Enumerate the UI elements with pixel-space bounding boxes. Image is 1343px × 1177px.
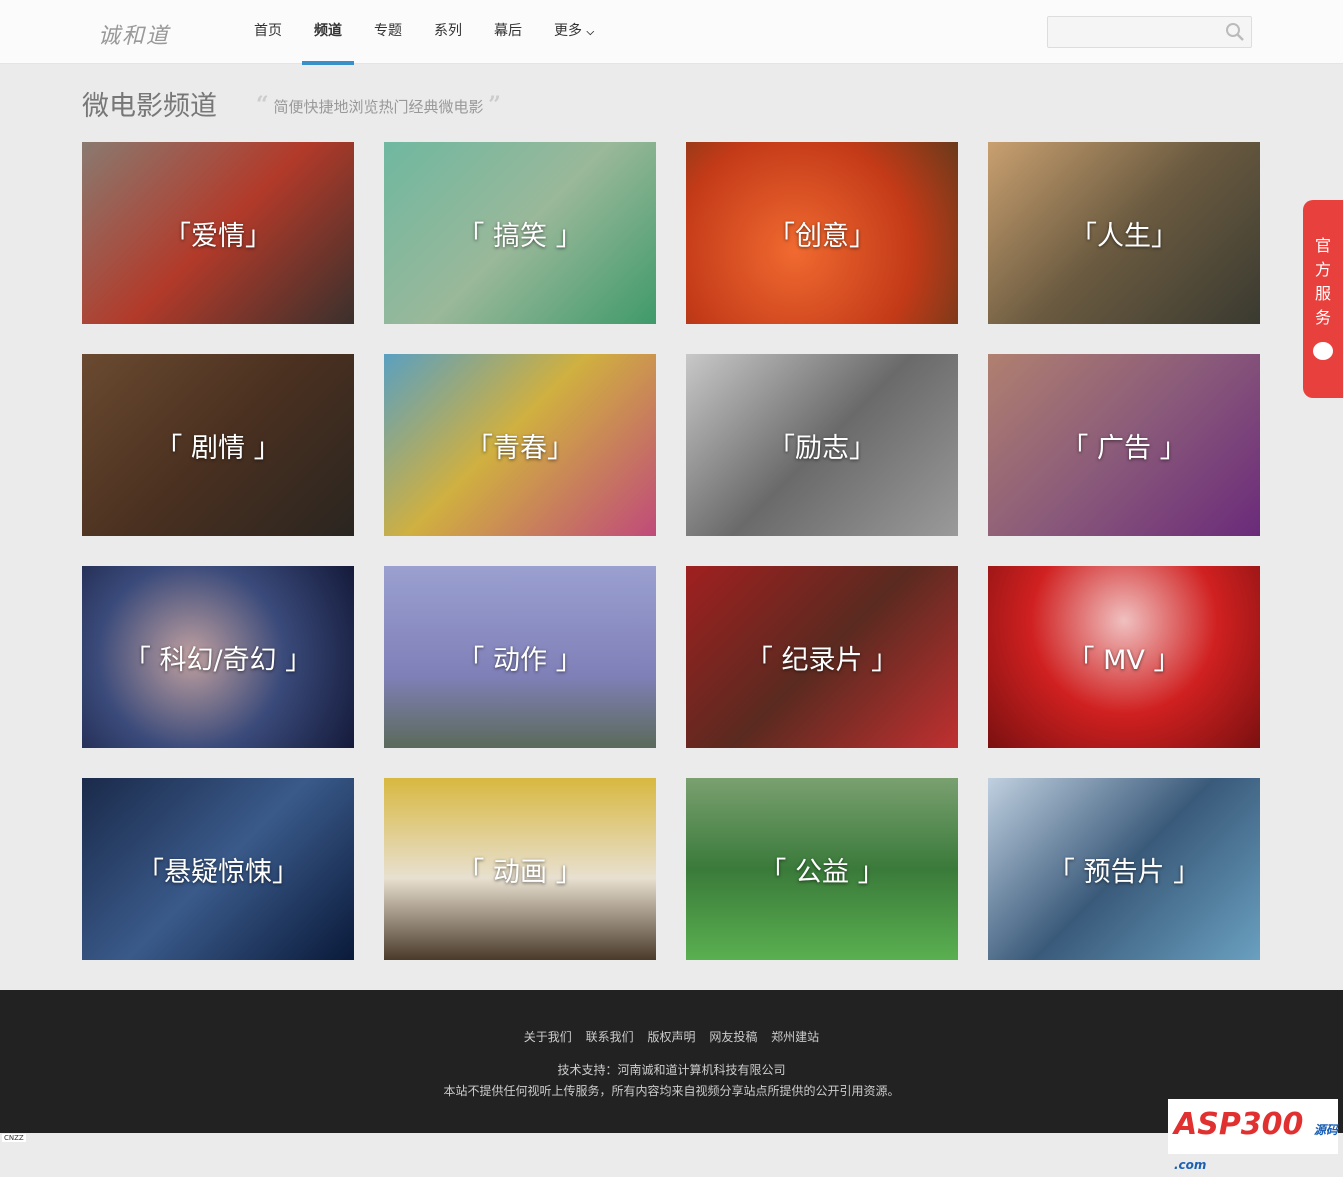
channel-tile[interactable]: 「 广告 」 [988,354,1260,536]
channel-tile-label: 「 MV 」 [1067,644,1181,676]
nav-topics[interactable]: 专题 [360,0,416,64]
search-box [1047,16,1252,48]
chevron-down-icon: ⌵ [586,27,595,38]
tech-support: 技术支持：河南诚和道计算机科技有限公司 [557,1063,786,1077]
side-char: 服 [1314,284,1331,303]
channel-tile[interactable]: 「励志」 [686,354,958,536]
channel-tile[interactable]: 「青春」 [384,354,656,536]
channel-tile[interactable]: 「创意」 [686,142,958,324]
channel-tile-label: 「 纪录片 」 [745,644,899,676]
footer-link-copyright[interactable]: 版权声明 [647,1030,695,1044]
cnzz-stat-icon[interactable]: CNZZ [2,1134,26,1142]
disclaimer: 本站不提供任何视听上传服务，所有内容均来自视频分享站点所提供的公开引用资源。 [443,1084,900,1098]
channel-tile-label: 「青春」 [466,432,574,464]
channel-tile-label: 「人生」 [1070,220,1178,252]
channel-tile[interactable]: 「 预告片 」 [988,778,1260,960]
side-char: 方 [1314,260,1331,279]
page-title: 微电影频道 [82,91,217,122]
nav-behind[interactable]: 幕后 [480,0,536,64]
nav-more[interactable]: 更多 ⌵ [540,0,608,64]
site-logo[interactable]: 诚和道 [98,18,170,50]
footer-link-contact[interactable]: 联系我们 [586,1030,634,1044]
main-nav: 首页 频道 专题 系列 幕后 更多 ⌵ [240,0,612,65]
channel-tile-label: 「 预告片 」 [1047,856,1201,888]
channel-tile[interactable]: 「 动作 」 [384,566,656,748]
footer-link-about[interactable]: 关于我们 [524,1030,572,1044]
nav-channel[interactable]: 频道 [300,0,356,65]
channel-tile-label: 「创意」 [768,220,876,252]
nav-home[interactable]: 首页 [240,0,296,64]
channel-tile-label: 「励志」 [768,432,876,464]
channel-tile[interactable]: 「爱情」 [82,142,354,324]
channel-tile[interactable]: 「 动画 」 [384,778,656,960]
search-icon[interactable] [1225,22,1245,42]
official-service-tab[interactable]: 官 方 服 务 [1303,200,1343,398]
channel-tile[interactable]: 「 纪录片 」 [686,566,958,748]
channel-tile[interactable]: 「 MV 」 [988,566,1260,748]
side-char: 务 [1314,308,1331,327]
channel-tile-label: 「 公益 」 [759,856,885,888]
channel-tile-label: 「 动作 」 [457,644,583,676]
badge-text: ASP300 [1174,1107,1304,1142]
channel-tile[interactable]: 「悬疑惊悚」 [82,778,354,960]
channel-tile[interactable]: 「 公益 」 [686,778,958,960]
chat-bubble-icon [1313,342,1333,360]
channel-tile[interactable]: 「人生」 [988,142,1260,324]
nav-more-label: 更多 [554,23,582,39]
channel-tile-label: 「 科幻/奇幻 」 [123,644,313,676]
channel-tile-label: 「 广告 」 [1061,432,1187,464]
open-quote-icon: “ [256,92,269,118]
channel-tile-label: 「 搞笑 」 [457,220,583,252]
nav-series[interactable]: 系列 [420,0,476,64]
page-subtitle: “ 简便快捷地浏览热门经典微电影 ” [256,92,501,118]
asp300-logo[interactable]: ASP300 源码 .com [1168,1099,1338,1172]
channel-tile-label: 「 动画 」 [457,856,583,888]
channel-tile[interactable]: 「 搞笑 」 [384,142,656,324]
footer-link-zhengzhou[interactable]: 郑州建站 [771,1030,819,1044]
search-input[interactable] [1048,17,1218,47]
footer-links: 关于我们 联系我们 版权声明 网友投稿 郑州建站 [0,1028,1343,1045]
channel-tile[interactable]: 「 剧情 」 [82,354,354,536]
channel-tile-label: 「悬疑惊悚」 [137,856,299,888]
header: 诚和道 首页 频道 专题 系列 幕后 更多 ⌵ [0,0,1343,65]
channel-tile-label: 「 剧情 」 [155,432,281,464]
close-quote-icon: ” [488,92,501,118]
channel-tile-label: 「爱情」 [164,220,272,252]
footer: 关于我们 联系我们 版权声明 网友投稿 郑州建站 技术支持：河南诚和道计算机科技… [0,990,1343,1133]
subtitle-text: 简便快捷地浏览热门经典微电影 [273,98,484,116]
channel-tile[interactable]: 「 科幻/奇幻 」 [82,566,354,748]
side-char: 官 [1314,236,1331,255]
footer-link-submit[interactable]: 网友投稿 [709,1030,757,1044]
